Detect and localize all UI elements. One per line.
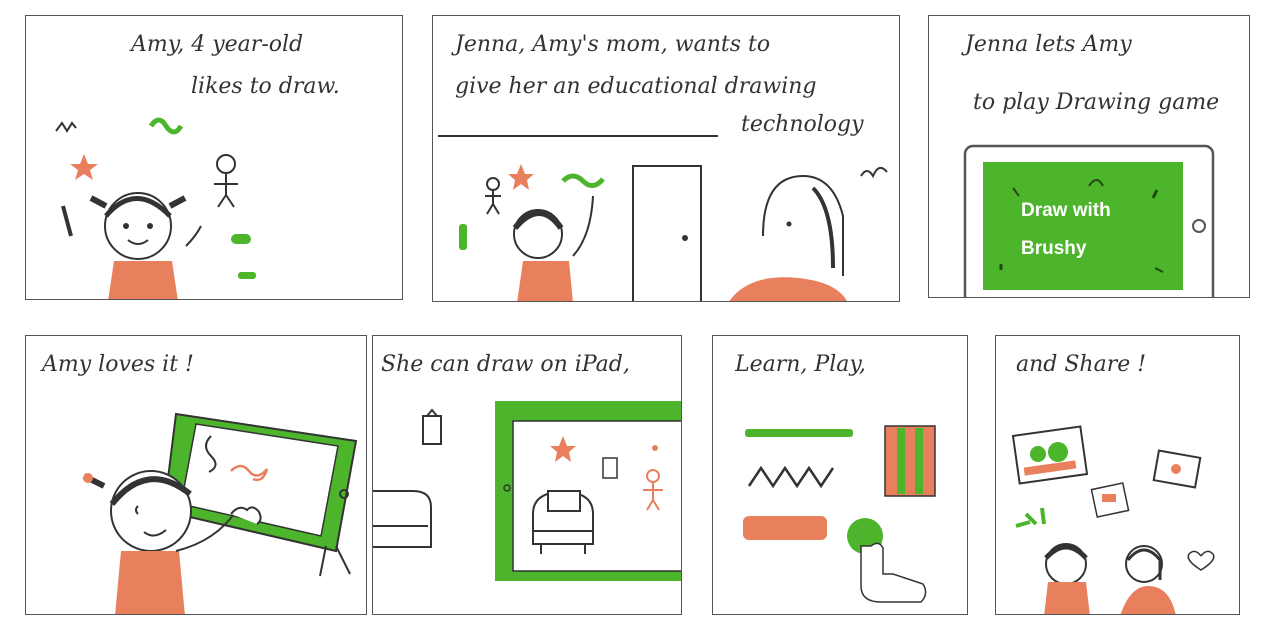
panel-6-illustration: [743, 425, 936, 603]
comic-panel-1: Amy, 4 year-old likes to draw.: [25, 15, 403, 300]
panel-4-illustration: [82, 412, 358, 614]
panel-7-illustration: [1011, 425, 1215, 614]
comic-panel-4: Amy loves it !: [25, 335, 367, 615]
screen-text-line-1: Draw with: [1021, 200, 1111, 221]
comic-panel-6: Learn, Play,: [712, 335, 968, 615]
comic-panel-5: She can draw on iPad,: [372, 335, 682, 615]
comic-panel-2: Jenna, Amy's mom, wants to give her an e…: [432, 15, 900, 302]
panel-1-illustration: [55, 117, 256, 299]
panel-5-illustration: [373, 401, 681, 581]
panel-3-tablet: [963, 144, 1215, 297]
comic-panel-3: Jenna lets Amy to play Drawing game Draw…: [928, 15, 1250, 298]
comic-panel-7: and Share !: [995, 335, 1240, 615]
panel-2-illustration: [438, 135, 888, 301]
screen-text-line-2: Brushy: [1021, 238, 1087, 259]
